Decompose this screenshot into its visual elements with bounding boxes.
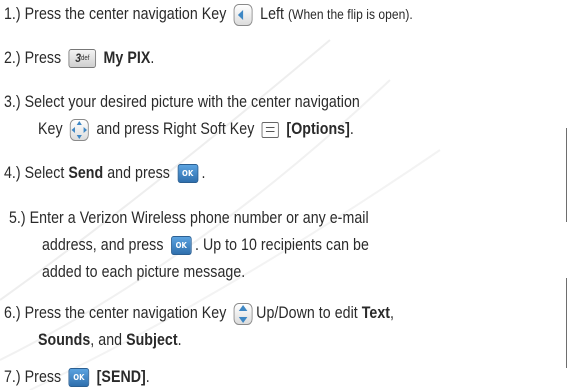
- key-3-icon: 3def: [68, 49, 97, 69]
- step-6-line-2: Sounds, and Subject.: [38, 331, 182, 349]
- nav-four-way-key-icon: [70, 118, 89, 141]
- step-4: 4.) Select Send and press OK.: [4, 164, 206, 184]
- send-label: Send: [68, 164, 104, 182]
- step-5-line-2: address, and press OK. Up to 10 recipien…: [42, 236, 369, 256]
- send-bracket-label: [SEND]: [96, 368, 146, 386]
- right-soft-key-icon: [261, 121, 280, 138]
- text-label: Text: [361, 304, 391, 322]
- sounds-label: Sounds: [38, 331, 91, 349]
- step-3-line-2: Key and press Right Soft Key [Options].: [38, 118, 354, 141]
- nav-left-key-icon: [233, 3, 253, 26]
- my-pix-label: My PIX: [103, 49, 151, 67]
- step-7: 7.) Press OK [SEND].: [4, 368, 150, 388]
- step-5-line-1: 5.) Enter a Verizon Wireless phone numbe…: [9, 209, 369, 227]
- subject-label: Subject: [126, 331, 178, 349]
- step-1: 1.) Press the center navigation Key Left…: [4, 3, 413, 26]
- ok-key-icon: OK: [170, 236, 192, 256]
- step-2: 2.) Press 3def My PIX.: [4, 49, 155, 69]
- page-edge-line: [566, 278, 567, 368]
- step-6-line-1: 6.) Press the center navigation Key Up/D…: [4, 302, 394, 325]
- nav-up-down-key-icon: [233, 302, 253, 325]
- ok-key-icon: OK: [68, 368, 90, 388]
- step-5-line-3: added to each picture message.: [42, 263, 246, 281]
- page-edge-line: [566, 128, 567, 222]
- step-3-line-1: 3.) Select your desired picture with the…: [4, 93, 360, 111]
- ok-key-icon: OK: [177, 164, 199, 184]
- options-label: [Options]: [286, 120, 350, 138]
